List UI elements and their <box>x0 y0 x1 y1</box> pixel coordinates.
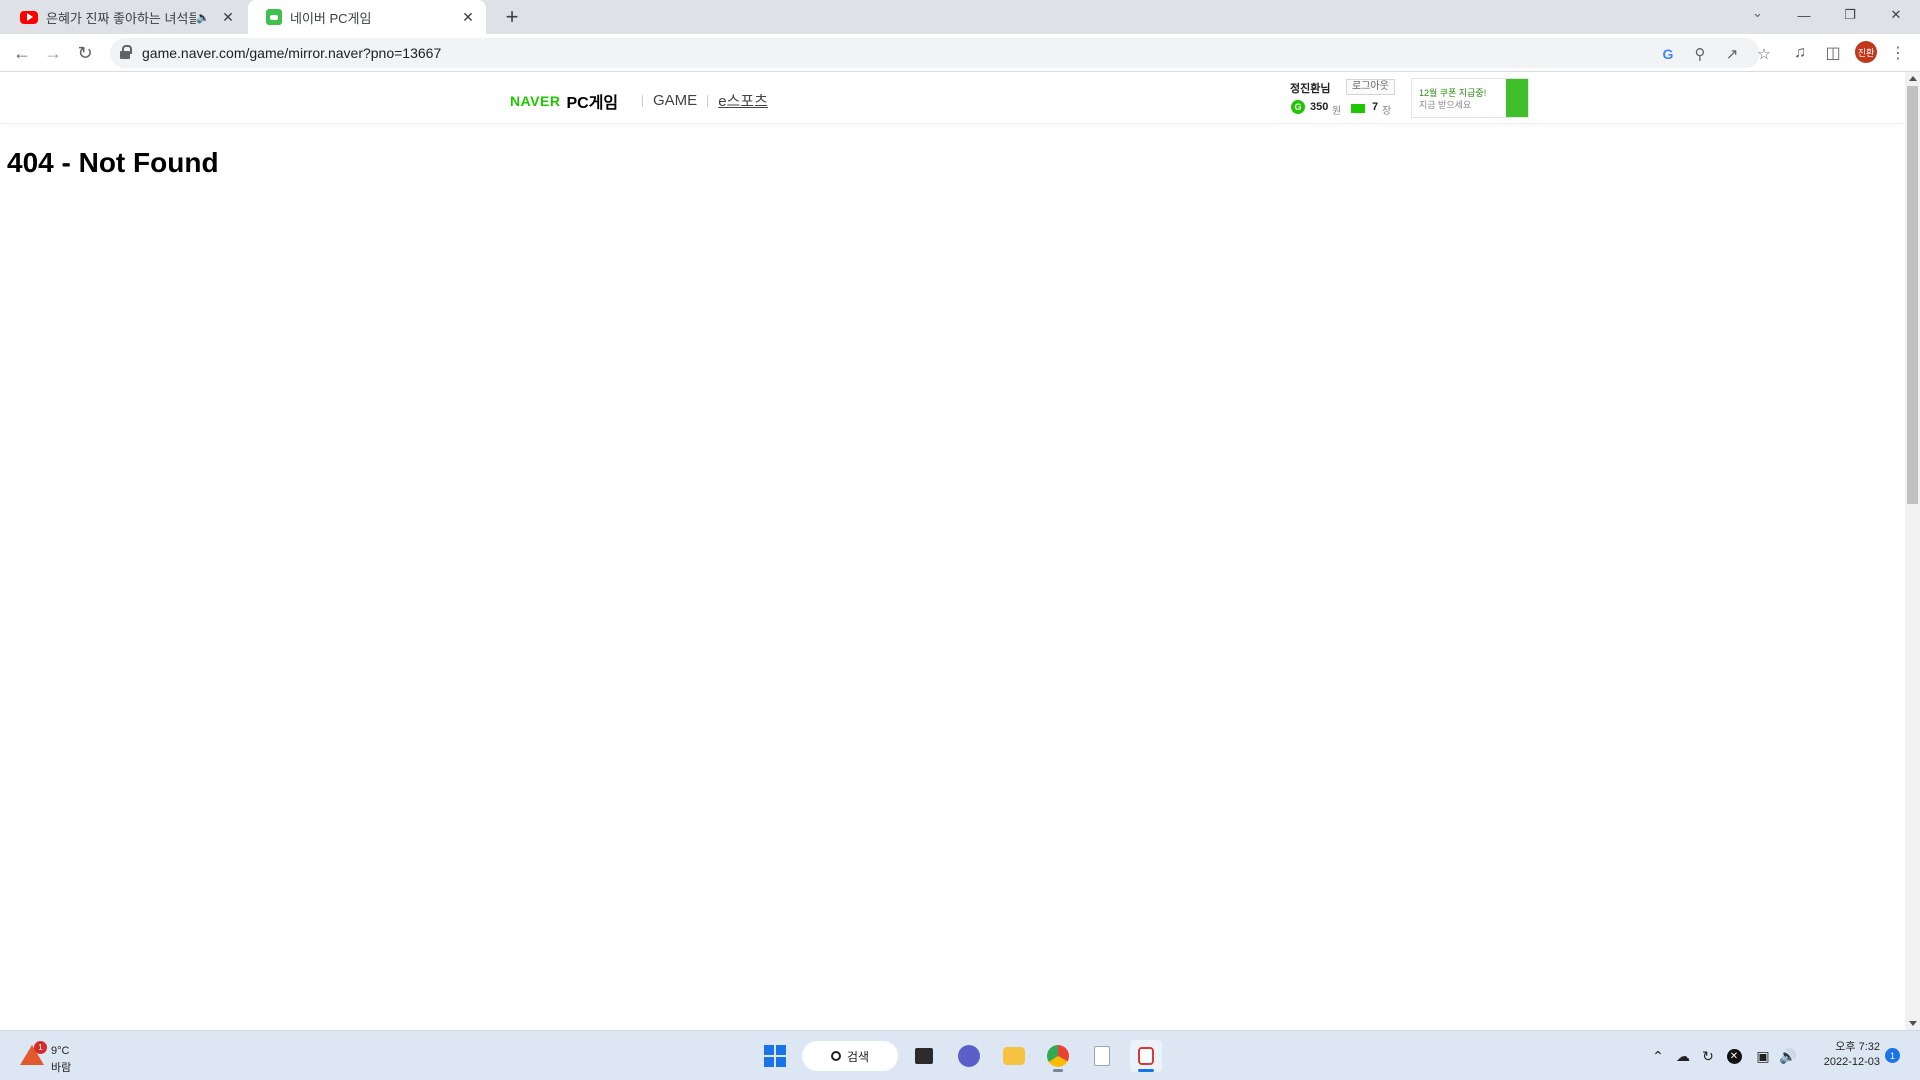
site-header: NAVER PC게임 GAME e스포츠 정진환님 로그아웃 G 350 원 7… <box>0 72 1905 124</box>
tab-search-icon[interactable]: ⌄ <box>1752 5 1763 21</box>
zoom-icon[interactable]: ⚲ <box>1690 44 1710 64</box>
clock-date: 2022-12-03 <box>1823 1056 1880 1068</box>
promo-banner[interactable]: 12월 쿠폰 지급중! 지금 받으세요 <box>1411 78 1529 118</box>
file-explorer-button[interactable] <box>998 1040 1030 1072</box>
network-icon[interactable]: ▣ <box>1752 1045 1774 1067</box>
nav-divider <box>642 94 643 107</box>
promo-line2: 지금 받으세요 <box>1419 100 1472 110</box>
restore-icon[interactable]: ❐ <box>1827 0 1873 30</box>
page-scrollbar[interactable] <box>1905 72 1920 1030</box>
scrollbar-thumb[interactable] <box>1907 86 1918 504</box>
coin-unit: 원 <box>1332 106 1342 117</box>
tab-strip: 은혜가 진짜 좋아하는 녀석들 🔈 ✕ 네이버 PC게임 ✕ + ⌄ — ❐ ✕ <box>0 0 1920 34</box>
search-icon <box>830 1051 841 1061</box>
active-indicator <box>1138 1069 1154 1072</box>
browser-toolbar: ← → ↻ game.naver.com/game/mirror.naver?p… <box>0 34 1920 72</box>
nav-divider <box>707 94 709 107</box>
nav-item-esports[interactable]: e스포츠 <box>718 90 768 111</box>
clock[interactable]: 오후 7:32 2022-12-03 <box>1810 1040 1880 1070</box>
coin-icon: G <box>1291 100 1305 114</box>
taskbar-search-label: 검색 <box>846 1049 870 1064</box>
nav-item-game[interactable]: GAME <box>653 92 697 109</box>
chat-app-button[interactable] <box>953 1040 985 1072</box>
notepad-button[interactable] <box>1086 1040 1118 1072</box>
close-window-icon[interactable]: ✕ <box>1873 0 1919 30</box>
forward-icon[interactable]: → <box>39 39 67 67</box>
app-tray-x-icon[interactable]: ✕ <box>1723 1045 1745 1067</box>
snipping-tool-button[interactable] <box>1130 1040 1162 1072</box>
ticket-icon <box>1351 104 1365 113</box>
weather-temp: 9°C <box>51 1045 70 1057</box>
new-tab-button[interactable]: + <box>498 4 526 30</box>
ticket-unit: 장 <box>1382 106 1392 117</box>
scroll-down-icon[interactable] <box>1909 1021 1917 1026</box>
weather-badge: 1 <box>34 1041 47 1054</box>
weather-widget[interactable]: 1 9°C 바람 <box>20 1039 100 1075</box>
profile-avatar[interactable]: 진환 <box>1855 41 1877 63</box>
url-text[interactable]: game.naver.com/game/mirror.naver?pno=136… <box>142 45 441 61</box>
chrome-button[interactable] <box>1042 1040 1074 1072</box>
notepad-icon <box>1094 1046 1110 1066</box>
tab-title: 은혜가 진짜 좋아하는 녀석들 <box>46 10 197 26</box>
speaker-muted-icon[interactable]: 🔈 <box>196 11 210 24</box>
volume-icon[interactable]: 🔊 <box>1777 1045 1799 1067</box>
ticket-count[interactable]: 7 <box>1372 101 1378 113</box>
scroll-up-icon[interactable] <box>1909 76 1917 81</box>
back-icon[interactable]: ← <box>8 39 36 67</box>
username: 정진환님 <box>1290 83 1331 95</box>
chat-icon <box>958 1045 980 1067</box>
address-bar[interactable]: game.naver.com/game/mirror.naver?pno=136… <box>110 38 1771 68</box>
reload-icon[interactable]: ↻ <box>71 39 99 67</box>
close-icon[interactable]: ✕ <box>460 9 476 25</box>
onedrive-cloud-icon[interactable]: ☁ <box>1672 1045 1694 1067</box>
coin-balance[interactable]: 350 <box>1310 101 1328 113</box>
site-logo[interactable]: NAVER PC게임 <box>510 89 618 113</box>
logo-naver[interactable]: NAVER <box>510 93 560 109</box>
show-hidden-icons-chevron-icon[interactable]: ⌃ <box>1648 1045 1668 1067</box>
bookmark-star-icon[interactable]: ☆ <box>1754 44 1774 64</box>
weather-desc: 바람 <box>51 1062 72 1074</box>
logo-pcgame[interactable]: PC게임 <box>566 89 618 113</box>
google-translate-icon[interactable]: G <box>1658 44 1678 64</box>
media-control-icon[interactable]: ♫ <box>1786 39 1814 67</box>
chrome-icon <box>1047 1045 1069 1067</box>
windows-logo-icon <box>764 1045 786 1067</box>
page-viewport: NAVER PC게임 GAME e스포츠 정진환님 로그아웃 G 350 원 7… <box>0 72 1905 1030</box>
site-nav: GAME e스포츠 <box>632 90 768 111</box>
user-box: 정진환님 로그아웃 G 350 원 7 장 <box>1290 79 1400 120</box>
close-icon[interactable]: ✕ <box>220 9 236 25</box>
task-view-icon <box>915 1048 933 1064</box>
youtube-icon <box>20 10 38 24</box>
tab-title: 네이버 PC게임 <box>290 10 372 26</box>
promo-button[interactable] <box>1506 79 1528 117</box>
start-button[interactable] <box>760 1040 790 1072</box>
sync-icon[interactable]: ↻ <box>1697 1045 1719 1067</box>
naver-game-icon <box>266 9 282 25</box>
taskbar-search[interactable]: 검색 <box>802 1041 898 1071</box>
share-icon[interactable]: ↗ <box>1722 44 1742 64</box>
running-indicator <box>1053 1069 1063 1072</box>
side-panel-icon[interactable]: ◫ <box>1819 39 1847 67</box>
task-view-button[interactable] <box>908 1040 940 1072</box>
folder-icon <box>1003 1047 1025 1065</box>
lock-icon[interactable] <box>120 45 132 59</box>
page-title: 404 - Not Found <box>7 147 219 178</box>
notification-badge[interactable]: 1 <box>1885 1048 1900 1063</box>
tab-youtube[interactable]: 은혜가 진짜 좋아하는 녀석들 🔈 ✕ <box>2 0 246 34</box>
snipping-tool-icon <box>1138 1047 1154 1065</box>
tab-naver-pcgame[interactable]: 네이버 PC게임 ✕ <box>248 0 486 34</box>
menu-kebab-icon[interactable]: ⋮ <box>1884 39 1912 67</box>
logout-button[interactable]: 로그아웃 <box>1346 79 1395 95</box>
taskbar: 1 9°C 바람 검색 ⌃ ☁ ↻ ✕ ▣ 🔊 오후 7:32 2022-12-… <box>0 1030 1920 1080</box>
clock-time: 오후 7:32 <box>1835 1041 1880 1053</box>
minimize-icon[interactable]: — <box>1781 0 1827 30</box>
